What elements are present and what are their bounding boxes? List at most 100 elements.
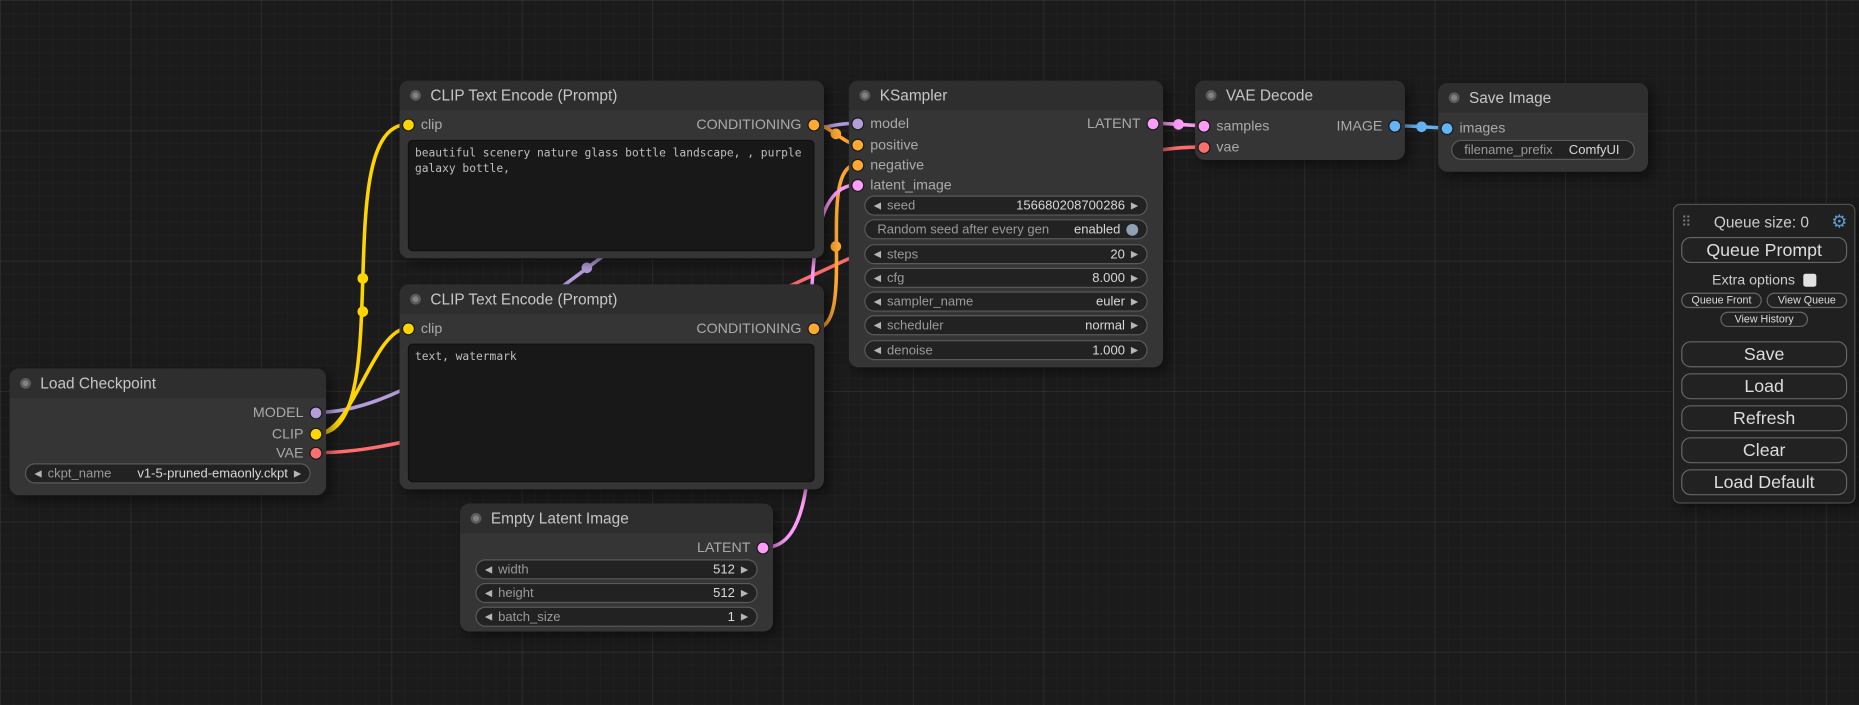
widget-sampler-name[interactable]: ◀ sampler_name euler ▶ — [864, 291, 1147, 311]
arrow-right-icon[interactable]: ▶ — [294, 464, 301, 482]
load-button[interactable]: Load — [1681, 373, 1847, 399]
refresh-button[interactable]: Refresh — [1681, 405, 1847, 431]
toggle-dot[interactable] — [1126, 223, 1138, 235]
widget-label: filename_prefix — [1464, 143, 1552, 157]
widget-control-after-generate[interactable]: Random seed after every gen enabled — [864, 219, 1147, 239]
collapse-dot-icon[interactable] — [20, 378, 31, 389]
latent-output-dot[interactable] — [1148, 118, 1159, 129]
node-empty-latent-image[interactable]: Empty Latent Image LATENT ◀ width 512 ▶ … — [460, 504, 773, 632]
arrow-right-icon[interactable]: ▶ — [1131, 197, 1138, 215]
clip-output-dot[interactable] — [311, 428, 322, 439]
collapse-dot-icon[interactable] — [410, 90, 421, 101]
widget-height[interactable]: ◀ height 512 ▶ — [475, 583, 757, 603]
link-midpoint-dot-model — [582, 262, 593, 273]
node-title-bar[interactable]: Save Image — [1438, 83, 1648, 113]
prompt-text-input[interactable]: text, watermark — [408, 344, 815, 483]
arrow-right-icon[interactable]: ▶ — [741, 584, 748, 602]
node-title-bar[interactable]: CLIP Text Encode (Prompt) — [400, 284, 824, 314]
node-load-checkpoint[interactable]: Load Checkpoint MODEL CLIP VAE ◀ ckpt_na… — [9, 369, 326, 496]
arrow-right-icon[interactable]: ▶ — [1131, 316, 1138, 334]
arrow-left-icon[interactable]: ◀ — [874, 293, 881, 311]
latent-output-dot[interactable] — [758, 542, 769, 553]
node-title-bar[interactable]: KSampler — [849, 81, 1163, 111]
samples-input-dot[interactable] — [1199, 120, 1210, 131]
node-clip-text-encode-positive[interactable]: CLIP Text Encode (Prompt) clip CONDITION… — [400, 81, 824, 259]
node-title-bar[interactable]: CLIP Text Encode (Prompt) — [400, 81, 824, 111]
graph-canvas[interactable]: Load Checkpoint MODEL CLIP VAE ◀ ckpt_na… — [0, 0, 1859, 705]
widget-label: seed — [887, 198, 915, 212]
node-title: CLIP Text Encode (Prompt) — [430, 290, 617, 308]
widget-label: cfg — [887, 271, 904, 285]
node-title: VAE Decode — [1226, 86, 1313, 104]
view-queue-button[interactable]: View Queue — [1767, 293, 1848, 308]
load-default-button[interactable]: Load Default — [1681, 469, 1847, 495]
slot-label: latent_image — [870, 177, 951, 194]
arrow-left-icon[interactable]: ◀ — [485, 608, 492, 626]
widget-seed[interactable]: ◀ seed 156680208700286 ▶ — [864, 196, 1147, 216]
arrow-right-icon[interactable]: ▶ — [1131, 341, 1138, 359]
images-input-dot[interactable] — [1442, 123, 1453, 134]
node-title-bar[interactable]: Load Checkpoint — [9, 369, 326, 399]
settings-gear-icon[interactable]: ⚙ — [1831, 213, 1847, 231]
vae-output-dot[interactable] — [311, 447, 322, 458]
widget-value: 8.000 — [1092, 271, 1125, 285]
extra-options-checkbox[interactable] — [1803, 273, 1816, 286]
image-output-dot[interactable] — [1390, 120, 1401, 131]
arrow-left-icon[interactable]: ◀ — [874, 245, 881, 263]
widget-cfg[interactable]: ◀ cfg 8.000 ▶ — [864, 268, 1147, 288]
conditioning-output-dot[interactable] — [809, 119, 820, 130]
positive-input-dot[interactable] — [852, 139, 863, 150]
arrow-right-icon[interactable]: ▶ — [1131, 245, 1138, 263]
model-input-dot[interactable] — [852, 118, 863, 129]
collapse-dot-icon[interactable] — [1206, 90, 1217, 101]
arrow-left-icon[interactable]: ◀ — [34, 464, 41, 482]
arrow-right-icon[interactable]: ▶ — [741, 560, 748, 578]
widget-steps[interactable]: ◀ steps 20 ▶ — [864, 244, 1147, 264]
arrow-left-icon[interactable]: ◀ — [874, 197, 881, 215]
arrow-right-icon[interactable]: ▶ — [741, 608, 748, 626]
vae-input-dot[interactable] — [1199, 142, 1210, 153]
node-clip-text-encode-negative[interactable]: CLIP Text Encode (Prompt) clip CONDITION… — [400, 284, 824, 489]
input-slot-clip: clip — [403, 319, 442, 338]
clip-input-dot[interactable] — [403, 323, 414, 334]
arrow-left-icon[interactable]: ◀ — [874, 341, 881, 359]
clip-input-dot[interactable] — [403, 119, 414, 130]
widget-value: euler — [1096, 294, 1125, 308]
output-slot-latent: LATENT — [1087, 114, 1158, 133]
prompt-text-input[interactable]: beautiful scenery nature glass bottle la… — [408, 140, 815, 251]
drag-handle-icon[interactable]: ⠿ — [1681, 214, 1691, 228]
node-save-image[interactable]: Save Image images filename_prefix ComfyU… — [1438, 83, 1648, 172]
collapse-dot-icon[interactable] — [1449, 92, 1460, 103]
arrow-left-icon[interactable]: ◀ — [485, 584, 492, 602]
input-slot-images: images — [1442, 118, 1506, 137]
clear-button[interactable]: Clear — [1681, 437, 1847, 463]
arrow-right-icon[interactable]: ▶ — [1131, 293, 1138, 311]
collapse-dot-icon[interactable] — [471, 513, 482, 524]
node-title-bar[interactable]: VAE Decode — [1195, 81, 1405, 111]
model-output-dot[interactable] — [311, 407, 322, 418]
widget-denoise[interactable]: ◀ denoise 1.000 ▶ — [864, 340, 1147, 360]
queue-prompt-button[interactable]: Queue Prompt — [1681, 237, 1847, 263]
node-ksampler[interactable]: KSampler model positive negative latent_… — [849, 81, 1163, 368]
queue-front-button[interactable]: Queue Front — [1681, 293, 1762, 308]
negative-input-dot[interactable] — [852, 159, 863, 170]
node-title-bar[interactable]: Empty Latent Image — [460, 504, 773, 534]
widget-filename-prefix[interactable]: filename_prefix ComfyUI — [1451, 140, 1635, 160]
latent-input-dot[interactable] — [852, 180, 863, 191]
conditioning-output-dot[interactable] — [809, 323, 820, 334]
arrow-left-icon[interactable]: ◀ — [485, 560, 492, 578]
slot-label: IMAGE — [1337, 117, 1383, 134]
arrow-right-icon[interactable]: ▶ — [1131, 269, 1138, 287]
save-button[interactable]: Save — [1681, 341, 1847, 367]
collapse-dot-icon[interactable] — [410, 294, 421, 305]
widget-batch-size[interactable]: ◀ batch_size 1 ▶ — [475, 607, 757, 627]
view-history-button[interactable]: View History — [1720, 312, 1808, 327]
widget-scheduler[interactable]: ◀ scheduler normal ▶ — [864, 315, 1147, 335]
widget-width[interactable]: ◀ width 512 ▶ — [475, 559, 757, 579]
arrow-left-icon[interactable]: ◀ — [874, 316, 881, 334]
arrow-left-icon[interactable]: ◀ — [874, 269, 881, 287]
widget-label: Random seed after every gen — [877, 222, 1049, 236]
widget-ckpt-name[interactable]: ◀ ckpt_name v1-5-pruned-emaonly.ckpt ▶ — [25, 463, 311, 483]
collapse-dot-icon[interactable] — [860, 90, 871, 101]
node-vae-decode[interactable]: VAE Decode samples vae IMAGE — [1195, 81, 1405, 160]
